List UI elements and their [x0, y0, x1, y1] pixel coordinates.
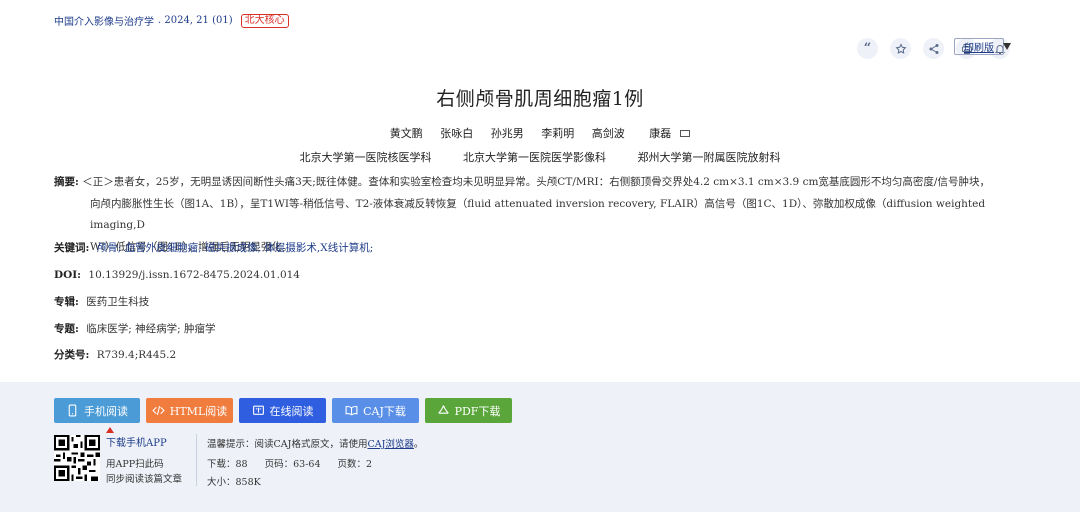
journal-meta: 中国介入影像与治疗学 . 2024, 21 (01) 北大核心 — [54, 13, 289, 28]
affiliation[interactable]: 北京大学第一医院核医学科 — [300, 151, 432, 164]
keywords-row: 关键词: 颅骨; 血管外皮细胞瘤; 磁共振成像; 体层摄影术,X线计算机; — [54, 238, 373, 259]
download-panel: 手机阅读 HTML阅读 在线阅读 CAJ下载 PDF下载 下载手机APP 用AP… — [0, 382, 1080, 512]
book-icon — [252, 405, 264, 415]
article-stats: 下载：88 页码：63-64 页数：2 — [207, 456, 372, 470]
core-journal-badge: 北大核心 — [240, 13, 289, 28]
author-name[interactable]: 孙兆男 — [491, 127, 524, 140]
affiliation-list: 北京大学第一医院核医学科 北京大学第一医院医学影像科 郑州大学第一附属医院放射科 — [0, 149, 1080, 165]
abstract-label: 摘要: — [54, 176, 79, 188]
author-name[interactable]: 黄文鹏 — [390, 127, 423, 140]
share-icon[interactable] — [923, 38, 944, 59]
pdf-icon — [437, 405, 449, 414]
abstract-text: 向颅内膨胀性生长（图1A、1B），呈T1WI等-稍低信号、T2-液体衰减反转恢复… — [90, 197, 986, 232]
doi-label: DOI: — [54, 269, 82, 281]
app-sync-text: 同步阅读该篇文章 — [106, 474, 183, 485]
corresponding-author[interactable]: 康磊 — [642, 127, 691, 140]
file-size: 大小：858K — [207, 477, 261, 488]
series-label: 专辑: — [54, 296, 79, 308]
topic-label: 专题: — [54, 323, 79, 335]
keyword-link[interactable]: 磁共振成像; — [205, 242, 261, 254]
keywords-label: 关键词: — [54, 242, 90, 254]
classification-value: R739.4;R445.2 — [96, 349, 177, 361]
divider — [196, 434, 197, 486]
author-name[interactable]: 张咏白 — [440, 127, 473, 140]
classification-row: 分类号: R739.4;R445.2 — [54, 345, 176, 366]
quote-icon[interactable]: “ — [857, 38, 878, 59]
keyword-link[interactable]: 体层摄影术,X线计算机; — [264, 242, 373, 254]
series-row: 专辑: 医药卫生科技 — [54, 292, 149, 313]
journal-name[interactable]: 中国介入影像与治疗学 — [54, 13, 154, 28]
journal-issue[interactable]: . 2024, 21 (01) — [158, 15, 233, 26]
app-scan-text: 用APP扫此码 — [106, 459, 164, 470]
keyword-link[interactable]: 血管外皮细胞瘤; — [125, 242, 202, 254]
caret-up-icon — [106, 427, 114, 433]
topic-row: 专题: 临床医学; 神经病学; 肿瘤学 — [54, 319, 215, 340]
online-read-button[interactable]: 在线阅读 — [239, 398, 326, 423]
print-version-button[interactable]: 印刷版 — [954, 38, 1004, 55]
classification-label: 分类号: — [54, 349, 90, 361]
affiliation[interactable]: 郑州大学第一附属医院放射科 — [638, 151, 781, 164]
article-title: 右侧颅骨肌周细胞瘤1例 — [436, 88, 644, 110]
mobile-read-button[interactable]: 手机阅读 — [54, 398, 140, 423]
mail-icon — [680, 130, 691, 137]
phone-icon — [68, 404, 77, 417]
author-list: 黄文鹏 张咏白 孙兆男 李莉明 高剑波 康磊 — [0, 125, 1080, 141]
topic-value: 临床医学; 神经病学; 肿瘤学 — [86, 323, 216, 335]
download-count: 下载：88 — [207, 459, 248, 470]
abstract-text: ＜正＞患者女，25岁，无明显诱因间断性头痛3天;既往体健。查体和实验室检查均未见… — [82, 176, 990, 188]
chevron-down-icon[interactable] — [1003, 43, 1011, 50]
html-read-button[interactable]: HTML阅读 — [146, 398, 233, 423]
download-app-link[interactable]: 下载手机APP — [106, 434, 167, 449]
author-name[interactable]: 李莉明 — [541, 127, 574, 140]
pdf-download-button[interactable]: PDF下载 — [425, 398, 512, 423]
author-name[interactable]: 高剑波 — [592, 127, 625, 140]
series-value: 医药卫生科技 — [86, 296, 150, 308]
qr-code-icon[interactable] — [54, 435, 100, 481]
page-count: 页数：2 — [337, 459, 373, 470]
star-icon[interactable] — [890, 38, 911, 59]
affiliation[interactable]: 北京大学第一医院医学影像科 — [463, 151, 606, 164]
code-icon — [152, 406, 165, 415]
page-range: 页码：63-64 — [264, 459, 321, 470]
caj-browser-link[interactable]: CAJ浏览器 — [367, 439, 413, 450]
doi-row: DOI: 10.13929/j.issn.1672-8475.2024.01.0… — [54, 265, 300, 286]
doi-value: 10.13929/j.issn.1672-8475.2024.01.014 — [88, 269, 300, 281]
open-book-icon — [345, 405, 358, 416]
caj-download-button[interactable]: CAJ下载 — [332, 398, 419, 423]
keyword-link[interactable]: 颅骨; — [97, 242, 122, 254]
caj-tip: 温馨提示：阅读CAJ格式原文，请使用CAJ浏览器。 — [207, 439, 424, 450]
